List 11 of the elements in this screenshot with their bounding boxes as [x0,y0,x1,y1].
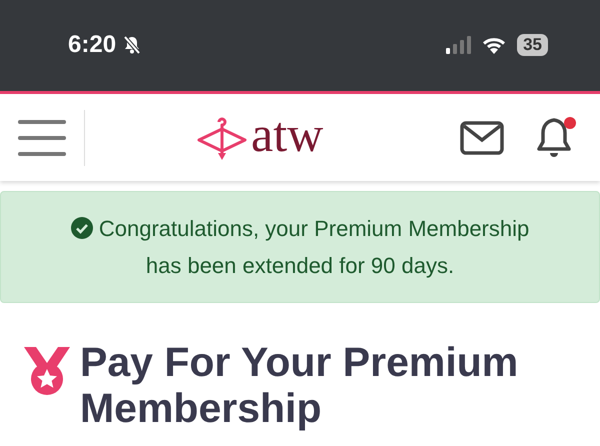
battery-indicator: 35 [517,34,548,56]
signal-icon [445,36,472,54]
menu-icon[interactable] [18,118,66,158]
page-heading: Pay For Your Premium Membership [80,339,520,431]
clock-time: 6:20 [68,30,116,58]
alert-message: Congratulations, your Premium Membership has been extended for 90 days. [67,210,533,284]
mail-icon[interactable] [460,120,504,154]
silent-bell-icon [122,34,142,54]
site-logo[interactable]: atw [197,112,324,162]
notification-bell-icon[interactable] [534,116,578,160]
check-circle-icon [70,217,93,239]
